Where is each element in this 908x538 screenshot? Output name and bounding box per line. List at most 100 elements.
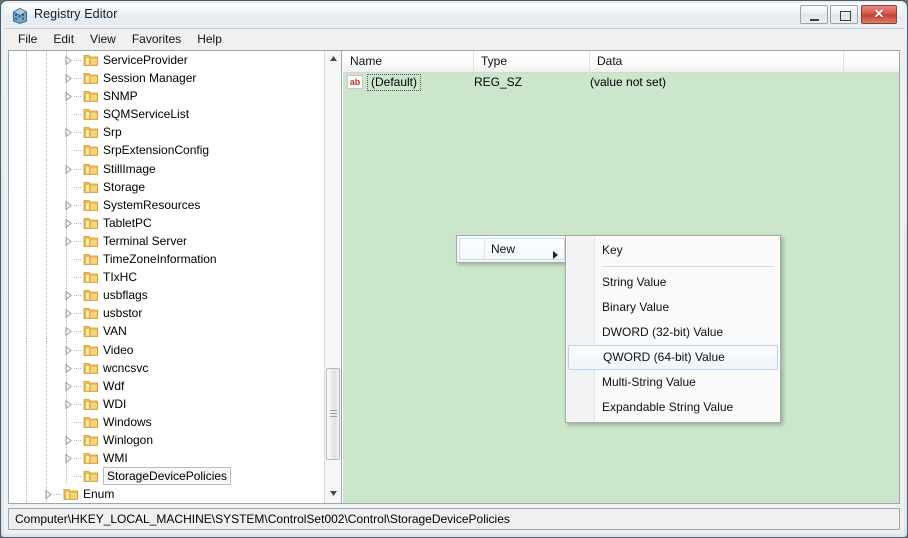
menu-file[interactable]: File (10, 29, 45, 48)
submenu-item-dword-32-bit-value[interactable]: DWORD (32-bit) Value (566, 320, 780, 345)
tree-guide-lines (9, 160, 324, 178)
tree-item-srp[interactable]: Srp (9, 123, 324, 141)
tree-item-serviceprovider[interactable]: ServiceProvider (9, 51, 324, 69)
tree-item-label: Enum (83, 486, 114, 502)
expand-arrow-icon[interactable] (64, 382, 73, 391)
expand-arrow-icon[interactable] (64, 165, 73, 174)
expand-arrow-icon[interactable] (64, 56, 73, 65)
expand-arrow-icon[interactable] (64, 400, 73, 409)
expand-arrow-icon[interactable] (64, 219, 73, 228)
column-header-type[interactable]: Type (474, 51, 590, 72)
value-data-cell: (value not set) (590, 75, 666, 89)
folder-icon (83, 288, 99, 302)
tree-guide-lines (9, 87, 324, 105)
expand-arrow-icon[interactable] (64, 128, 73, 137)
tree-item-windows[interactable]: Windows (9, 413, 324, 431)
scroll-up-arrow[interactable] (325, 51, 341, 68)
menu-edit[interactable]: Edit (45, 29, 82, 48)
tree-item-storage[interactable]: Storage (9, 178, 324, 196)
tree-item-sqmservicelist[interactable]: SQMServiceList (9, 105, 324, 123)
expand-arrow-icon[interactable] (64, 364, 73, 373)
string-value-icon: ab (347, 75, 363, 89)
tree-item-usbstor[interactable]: usbstor (9, 304, 324, 322)
table-row[interactable]: ab(Default)REG_SZ(value not set) (343, 73, 899, 92)
column-header-extra[interactable] (844, 51, 899, 72)
submenu-item-qword-64-bit-value[interactable]: QWORD (64-bit) Value (568, 345, 778, 370)
expand-arrow-icon[interactable] (64, 346, 73, 355)
expand-arrow-icon[interactable] (64, 327, 73, 336)
scroll-down-arrow[interactable] (325, 486, 341, 503)
tree-item-snmp[interactable]: SNMP (9, 87, 324, 105)
folder-icon (83, 397, 99, 411)
expand-arrow-icon[interactable] (64, 454, 73, 463)
tree-item-label: Terminal Server (103, 233, 187, 249)
tree-item-stillimage[interactable]: StillImage (9, 160, 324, 178)
tree-connector (74, 60, 82, 61)
tree-connector (74, 223, 82, 224)
scrollbar-grip-icon (330, 410, 337, 418)
expand-arrow-icon[interactable] (64, 237, 73, 246)
tree-connector (74, 368, 82, 369)
tree-item-storagedevicepolicies[interactable]: StorageDevicePolicies (9, 467, 324, 485)
tree-item-wcncsvc[interactable]: wcncsvc (9, 359, 324, 377)
tree-item-van[interactable]: VAN (9, 322, 324, 340)
tree-connector (74, 114, 82, 115)
tree-item-enum[interactable]: Enum (9, 485, 324, 503)
tree-item-wmi[interactable]: WMI (9, 449, 324, 467)
menu-favorites[interactable]: Favorites (124, 29, 189, 48)
folder-icon (83, 415, 99, 429)
submenu-item-string-value[interactable]: String Value (566, 270, 780, 295)
tree-item-tabletpc[interactable]: TabletPC (9, 214, 324, 232)
expand-arrow-icon[interactable] (64, 92, 73, 101)
tree-guide-lines (9, 178, 324, 196)
tree-item-timezoneinformation[interactable]: TimeZoneInformation (9, 250, 324, 268)
column-header-data[interactable]: Data (590, 51, 844, 72)
expand-arrow-icon[interactable] (64, 201, 73, 210)
tree-item-tixhc[interactable]: TIxHC (9, 268, 324, 286)
folder-icon (83, 180, 99, 194)
tree-scrollbar-thumb[interactable] (326, 368, 340, 460)
tree-connector (74, 331, 82, 332)
tree-connector (74, 295, 82, 296)
tree-item-usbflags[interactable]: usbflags (9, 286, 324, 304)
tree-connector (74, 422, 82, 423)
submenu-item-binary-value[interactable]: Binary Value (566, 295, 780, 320)
tree-item-label: VAN (103, 323, 127, 339)
submenu-item-key[interactable]: Key (566, 238, 780, 263)
submenu-item-expandable-string-value[interactable]: Expandable String Value (566, 395, 780, 420)
tree-connector (74, 458, 82, 459)
expand-arrow-icon[interactable] (44, 490, 53, 499)
tree-item-terminal-server[interactable]: Terminal Server (9, 232, 324, 250)
tree-item-wdi[interactable]: WDI (9, 395, 324, 413)
expand-arrow-icon[interactable] (64, 74, 73, 83)
tree-connector (74, 476, 82, 477)
tree-item-wdf[interactable]: Wdf (9, 377, 324, 395)
tree-connector (74, 440, 82, 441)
expand-arrow-icon[interactable] (64, 291, 73, 300)
tree-item-label: usbstor (103, 305, 142, 321)
tree-item-srpextensionconfig[interactable]: SrpExtensionConfig (9, 141, 324, 159)
tree-connector (54, 494, 62, 495)
tree-item-systemresources[interactable]: SystemResources (9, 196, 324, 214)
tree-vertical-scrollbar[interactable] (324, 51, 341, 503)
column-header-name[interactable]: Name (343, 51, 474, 72)
tree-item-label: SrpExtensionConfig (103, 142, 209, 158)
tree-item-label: wcncsvc (103, 360, 148, 376)
tree-item-video[interactable]: Video (9, 341, 324, 359)
context-menu-new-item[interactable]: New (456, 235, 568, 263)
submenu-item-multi-string-value[interactable]: Multi-String Value (566, 370, 780, 395)
maximize-button[interactable] (830, 5, 858, 24)
tree-item-session-manager[interactable]: Session Manager (9, 69, 324, 87)
menu-help[interactable]: Help (189, 29, 230, 48)
tree-guide-lines (9, 341, 324, 359)
expand-arrow-icon[interactable] (64, 436, 73, 445)
tree-connector (74, 132, 82, 133)
folder-icon (83, 469, 99, 483)
expand-arrow-icon[interactable] (64, 309, 73, 318)
registry-editor-window: Registry Editor ✕ File Edit View Favorit… (0, 0, 908, 538)
minimize-button[interactable] (800, 5, 828, 24)
tree-guide-lines (9, 413, 324, 431)
menu-view[interactable]: View (82, 29, 124, 48)
tree-item-winlogon[interactable]: Winlogon (9, 431, 324, 449)
close-button[interactable]: ✕ (861, 5, 897, 24)
